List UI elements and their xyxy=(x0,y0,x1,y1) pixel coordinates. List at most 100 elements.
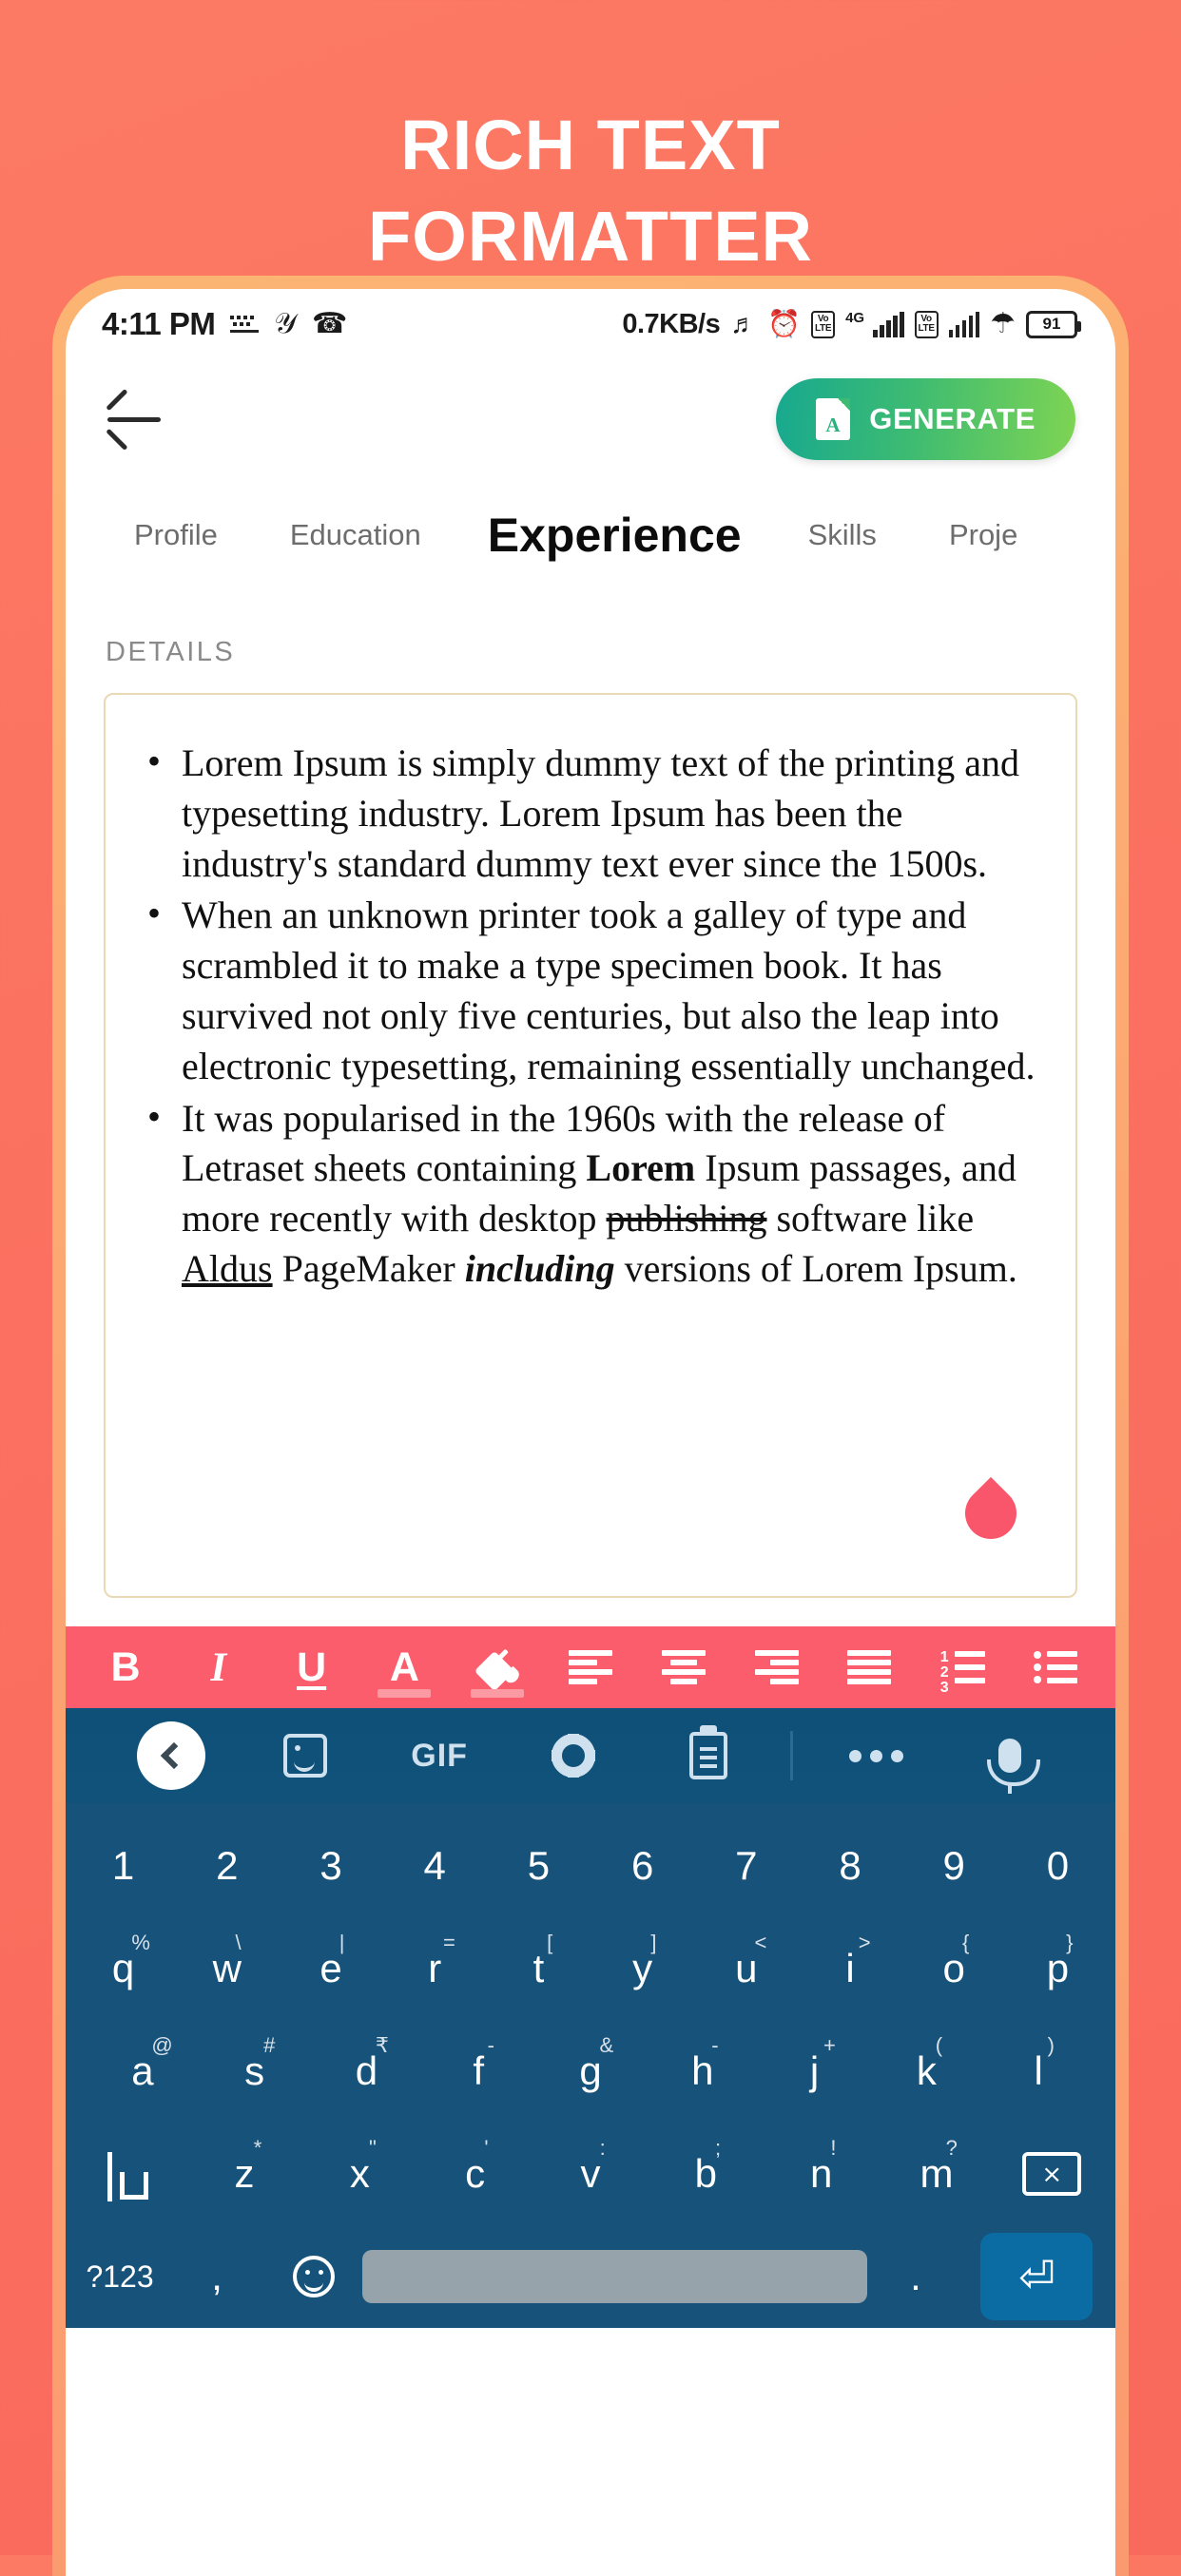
key-a[interactable]: @ a xyxy=(87,2020,199,2123)
enter-key[interactable]: ⏎ xyxy=(964,2225,1110,2328)
keyboard-row-zxcv[interactable]: * z " x ' c :v ; b ! n ? m ⨯ xyxy=(71,2123,1110,2225)
bullet-text: Lorem Ipsum is simply dummy text of the … xyxy=(182,741,1020,885)
tab-experience[interactable]: Experience xyxy=(457,508,772,563)
keyboard-toolbar[interactable]: GIF xyxy=(66,1708,1115,1803)
key-w[interactable]: \ w xyxy=(175,1917,279,2020)
key-9[interactable]: 9 xyxy=(902,1815,1006,1917)
key-p[interactable]: } p xyxy=(1006,1917,1110,2020)
key-q[interactable]: % q xyxy=(71,1917,175,2020)
tab-education[interactable]: Education xyxy=(254,518,457,552)
keyboard-rows[interactable]: 1 2 3 4 5 6 7 8 9 0 % q \ w | e = r [t ] y < u… xyxy=(66,1803,1115,2328)
tab-skills[interactable]: Skills xyxy=(772,518,913,552)
rich-text-editor[interactable]: Lorem Ipsum is simply dummy text of the … xyxy=(104,693,1077,1598)
sticker-button[interactable] xyxy=(238,1734,372,1778)
on-screen-keyboard[interactable]: GIF 1 2 3 4 5 6 7 8 9 0 % q \ w | e = r … xyxy=(66,1708,1115,2328)
space-key[interactable] xyxy=(362,2225,867,2328)
key-n[interactable]: ! n xyxy=(764,2123,879,2225)
key-b[interactable]: ; b xyxy=(649,2123,764,2225)
key-t[interactable]: [t xyxy=(487,1917,590,2020)
comma-key[interactable]: , xyxy=(168,2225,265,2328)
key-l[interactable]: ) l xyxy=(982,2020,1094,2123)
tab-projects[interactable]: Proje xyxy=(913,518,1054,552)
key-d[interactable]: ₹ d xyxy=(311,2020,423,2123)
back-chevron-button[interactable] xyxy=(104,1721,238,1790)
keyboard-row-asdf[interactable]: @ a # s ₹ d -f & g -h + j (k ) l xyxy=(71,2020,1110,2123)
key-c[interactable]: ' c xyxy=(417,2123,532,2225)
text-color-button[interactable]: A xyxy=(369,1635,439,1700)
bullet-list-button[interactable] xyxy=(1020,1635,1091,1700)
generate-button[interactable]: GENERATE xyxy=(776,378,1075,460)
bold-glyph: B xyxy=(110,1644,141,1690)
key-j[interactable]: + j xyxy=(759,2020,871,2123)
keyboard-row-bottom[interactable]: ?123 , . ⏎ xyxy=(71,2225,1110,2328)
underline-button[interactable]: U xyxy=(277,1635,347,1700)
key-1[interactable]: 1 xyxy=(71,1815,175,1917)
key-k[interactable]: (k xyxy=(870,2020,982,2123)
key-6[interactable]: 6 xyxy=(590,1815,694,1917)
bold-button[interactable]: B xyxy=(90,1635,161,1700)
key-m[interactable]: ? m xyxy=(879,2123,994,2225)
numbered-list-button[interactable]: 1 2 3 xyxy=(927,1635,997,1700)
key-f[interactable]: -f xyxy=(422,2020,534,2123)
key-i[interactable]: > i xyxy=(798,1917,901,2020)
generate-button-label: GENERATE xyxy=(869,402,1036,435)
align-center-button[interactable] xyxy=(649,1635,719,1700)
keyboard-row-qwerty[interactable]: % q \ w | e = r [t ] y < u > i {o } p xyxy=(71,1917,1110,2020)
gif-button[interactable]: GIF xyxy=(372,1738,506,1775)
key-y[interactable]: ] y xyxy=(590,1917,694,2020)
text-color-swatch xyxy=(378,1689,432,1698)
key-n-sup: ! xyxy=(830,2136,837,2160)
key-z[interactable]: * z xyxy=(186,2123,301,2225)
numbered-lines xyxy=(954,1651,985,1683)
backspace-key[interactable]: ⨯ xyxy=(995,2123,1110,2225)
text-cursor-handle[interactable] xyxy=(954,1476,1028,1550)
key-g[interactable]: & g xyxy=(534,2020,647,2123)
key-a-label: a xyxy=(131,2048,154,2093)
emoji-key[interactable] xyxy=(265,2225,362,2328)
period-key[interactable]: . xyxy=(867,2225,964,2328)
key-q-sup: % xyxy=(131,1931,150,1954)
key-w-sup: \ xyxy=(235,1931,242,1954)
key-v[interactable]: :v xyxy=(532,2123,648,2225)
align-justify-button[interactable] xyxy=(834,1635,904,1700)
key-e[interactable]: | e xyxy=(279,1917,382,2020)
align-right-button[interactable] xyxy=(742,1635,812,1700)
italic-button[interactable]: I xyxy=(184,1635,254,1700)
clipboard-button[interactable] xyxy=(641,1732,775,1779)
key-s[interactable]: # s xyxy=(199,2020,311,2123)
volte-icon: Vo LTE xyxy=(811,310,836,338)
key-h[interactable]: -h xyxy=(647,2020,759,2123)
enter-icon: ⏎ xyxy=(1018,2252,1055,2301)
emoji-icon xyxy=(293,2256,336,2297)
key-r[interactable]: = r xyxy=(383,1917,487,2020)
align-left-button[interactable] xyxy=(555,1635,626,1700)
microphone-button[interactable] xyxy=(943,1739,1077,1794)
format-toolbar[interactable]: B I U A 1 2 3 xyxy=(66,1626,1115,1708)
toolbar-divider xyxy=(775,1731,808,1780)
key-7[interactable]: 7 xyxy=(694,1815,798,1917)
tab-profile[interactable]: Profile xyxy=(98,518,254,552)
key-3[interactable]: 3 xyxy=(279,1815,382,1917)
network-type-label: 4G xyxy=(845,309,865,326)
key-0[interactable]: 0 xyxy=(1006,1815,1110,1917)
back-button[interactable] xyxy=(106,395,165,452)
symbols-key[interactable]: ?123 xyxy=(71,2225,168,2328)
key-4[interactable]: 4 xyxy=(383,1815,487,1917)
shift-key[interactable] xyxy=(71,2123,186,2225)
key-5[interactable]: 5 xyxy=(487,1815,590,1917)
key-8[interactable]: 8 xyxy=(798,1815,901,1917)
key-x[interactable]: " x xyxy=(302,2123,417,2225)
fill-color-button[interactable] xyxy=(462,1635,532,1700)
more-options-button[interactable] xyxy=(808,1749,942,1762)
status-time: 4:11 PM xyxy=(102,306,216,341)
key-o[interactable]: {o xyxy=(902,1917,1006,2020)
key-n-label: n xyxy=(809,2151,833,2196)
key-d-sup: ₹ xyxy=(375,2033,389,2057)
settings-gear-button[interactable] xyxy=(507,1734,641,1778)
section-tabs[interactable]: Profile Education Experience Skills Proj… xyxy=(66,479,1115,591)
key-k-label: k xyxy=(916,2048,937,2093)
keyboard-number-row[interactable]: 1 2 3 4 5 6 7 8 9 0 xyxy=(71,1815,1110,1917)
underline-glyph: U xyxy=(297,1644,327,1690)
key-2[interactable]: 2 xyxy=(175,1815,279,1917)
key-u[interactable]: < u xyxy=(694,1917,798,2020)
